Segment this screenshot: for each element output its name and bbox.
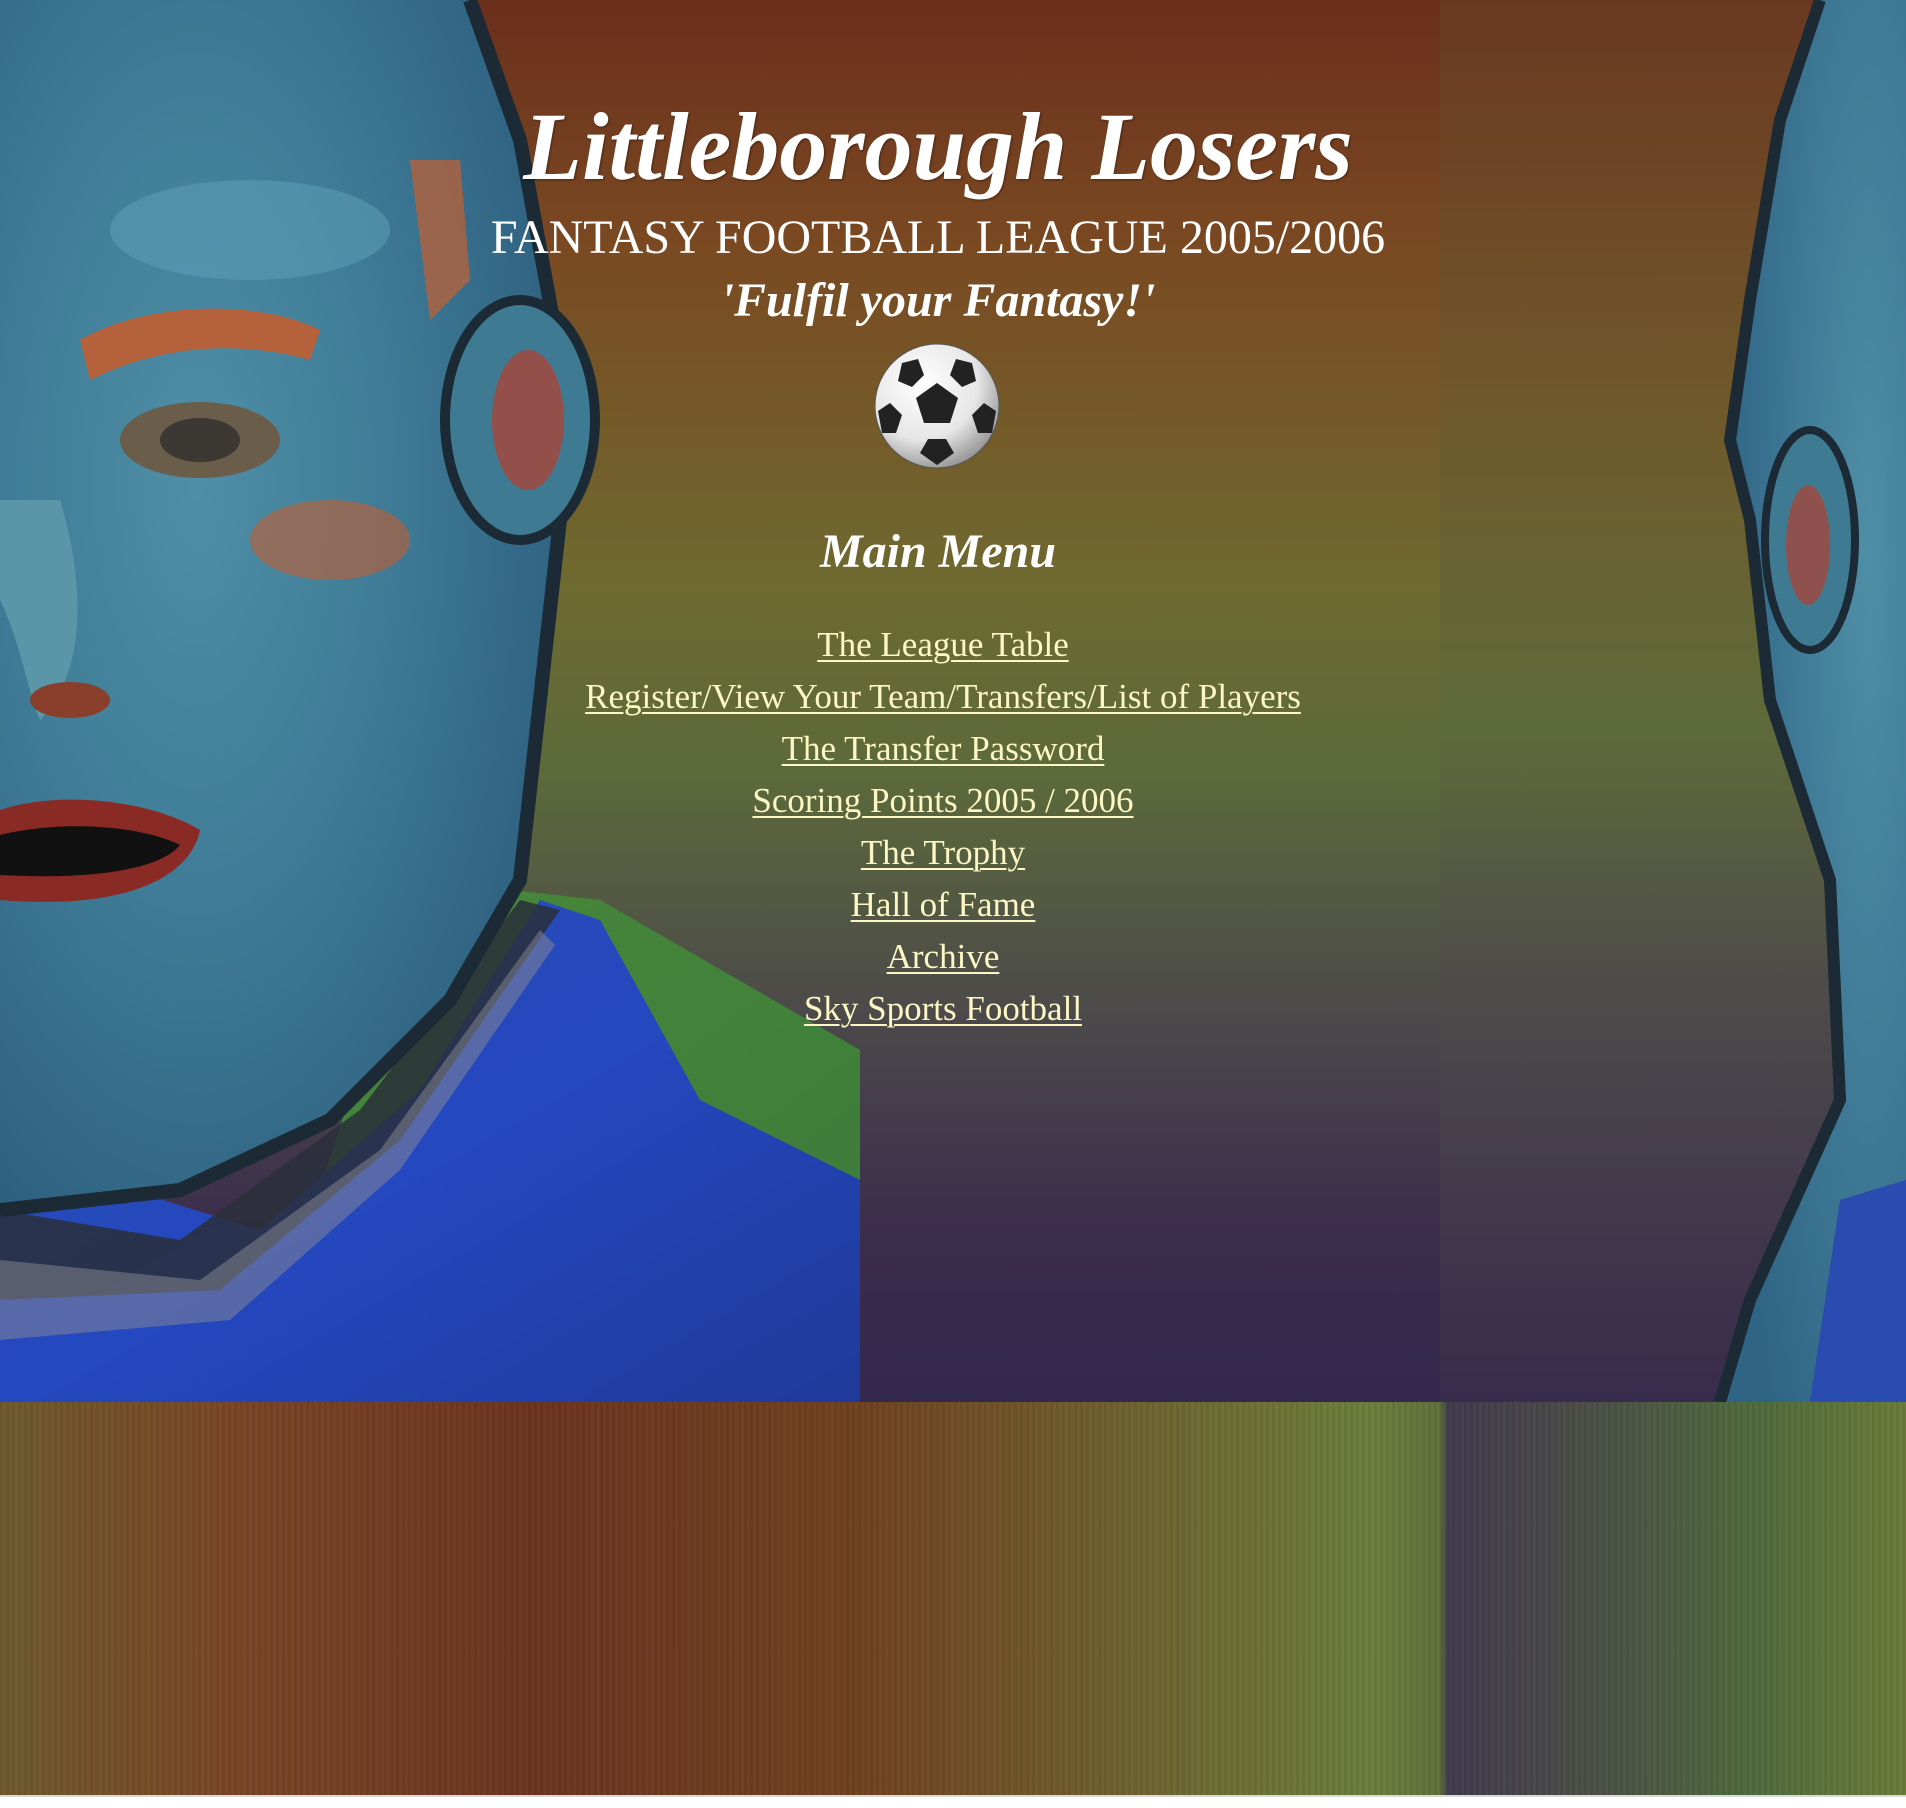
site-tagline: 'Fulfil your Fantasy!' [720,274,1156,327]
trophy-link[interactable]: The Trophy [861,833,1025,872]
scoring-points-link[interactable]: Scoring Points 2005 / 2006 [752,781,1133,820]
league-table-link[interactable]: The League Table [817,625,1069,664]
menu-item: Hall of Fame [0,879,1886,931]
main-menu-list: The League Table Register/View Your Team… [0,619,1886,1035]
hall-of-fame-link[interactable]: Hall of Fame [851,885,1036,924]
site-title: Littleborough Losers [523,93,1353,200]
main-menu-heading: Main Menu [819,525,1057,578]
menu-item: Scoring Points 2005 / 2006 [0,775,1886,827]
register-team-link[interactable]: Register/View Your Team/Transfers/List o… [585,677,1301,716]
background-bottom-panel [0,1402,1906,1795]
menu-item: The Trophy [0,827,1886,879]
menu-item: Register/View Your Team/Transfers/List o… [0,671,1886,723]
sky-sports-football-link[interactable]: Sky Sports Football [804,989,1082,1028]
menu-item: Archive [0,931,1886,983]
football-icon [874,343,1000,469]
menu-item: Sky Sports Football [0,983,1886,1035]
menu-item: The League Table [0,619,1886,671]
menu-item: The Transfer Password [0,723,1886,775]
page-bottom-divider [0,1795,1906,1797]
page-background: Littleborough Losers FANTASY FOOTBALL LE… [0,0,1906,1795]
site-subtitle: FANTASY FOOTBALL LEAGUE 2005/2006 [490,211,1386,264]
archive-link[interactable]: Archive [887,937,1000,976]
transfer-password-link[interactable]: The Transfer Password [782,729,1105,768]
background-texture [0,1402,1906,1795]
